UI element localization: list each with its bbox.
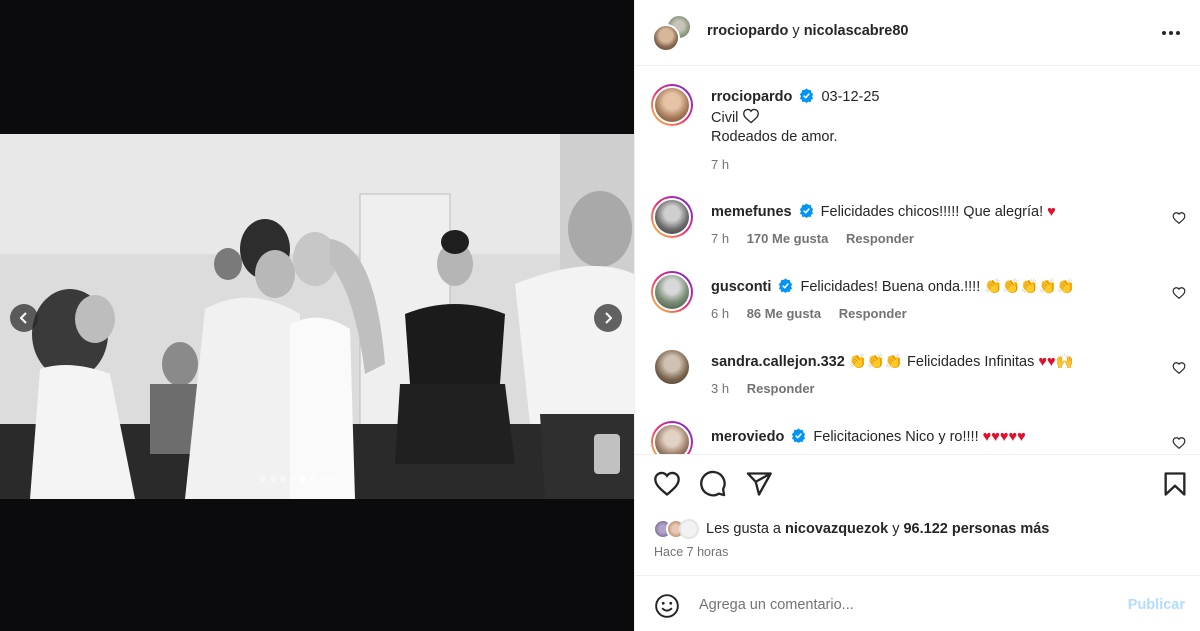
post-photo[interactable]	[0, 134, 634, 499]
reply-button[interactable]: Responder	[839, 306, 907, 321]
carousel-prev-button[interactable]	[10, 304, 38, 332]
media-viewer	[0, 0, 634, 631]
avatar	[652, 24, 680, 52]
heart-outline-icon[interactable]	[1172, 436, 1186, 450]
timestamp[interactable]: 7 h	[711, 157, 729, 172]
caption-meta: 7 h	[711, 157, 743, 172]
white-heart-icon	[743, 108, 760, 124]
post-comment-button[interactable]: Publicar	[1128, 597, 1185, 613]
username[interactable]: gusconti	[711, 279, 771, 295]
dot-icon	[1176, 31, 1180, 35]
caption-line: Civil	[711, 108, 760, 126]
comment-text: Felicitaciones Nico y ro!!!!	[813, 429, 979, 445]
likes-text: Les gusta a nicovazquezok y 96.122 perso…	[706, 521, 1049, 537]
comment-meta: 6 h 86 Me gusta Responder	[711, 306, 921, 321]
comment-input[interactable]	[699, 593, 1099, 617]
like-button-heart-icon[interactable]	[653, 470, 681, 498]
comment-emoji: 👏👏👏	[848, 354, 903, 370]
author-separator: y	[792, 23, 800, 39]
comment-text: Felicidades Infinitas	[907, 354, 1035, 370]
carousel-next-button[interactable]	[594, 304, 622, 332]
verified-badge-icon	[799, 203, 813, 218]
username[interactable]: meroviedo	[711, 429, 784, 445]
carousel-dot	[260, 476, 266, 482]
likes-summary: Les gusta a nicovazquezok y 96.122 perso…	[653, 518, 1049, 540]
comment-text: Felicidades! Buena onda.!!!!	[800, 279, 981, 295]
verified-badge-icon	[792, 428, 806, 443]
comment-meta: 3 h Responder	[711, 381, 829, 396]
post-time[interactable]: Hace 7 horas	[654, 545, 728, 559]
comment-text: Felicidades chicos!!!!! Que alegría!	[820, 204, 1044, 220]
comment-line: gusconti Felicidades! Buena onda.!!!! 👏👏…	[711, 278, 1075, 295]
comment-emoji: ♥♥🙌	[1038, 354, 1074, 370]
carousel-dot	[330, 476, 336, 482]
carousel-dot	[310, 476, 316, 482]
username[interactable]: rrociopardo	[711, 89, 792, 105]
avatar[interactable]	[651, 84, 693, 126]
verified-badge-icon	[800, 88, 814, 103]
likes-prefix: Les gusta a	[706, 521, 781, 537]
avatar[interactable]	[651, 421, 693, 454]
carousel-dot	[320, 476, 326, 482]
like-count[interactable]: 170 Me gusta	[747, 231, 829, 246]
add-comment-bar: Publicar	[635, 575, 1200, 631]
share-send-icon[interactable]	[745, 470, 773, 498]
comment-meta: 7 h 170 Me gusta Responder	[711, 231, 928, 246]
save-bookmark-icon[interactable]	[1161, 470, 1189, 498]
carousel-dot	[290, 476, 296, 482]
comment-emoji: ♥♥♥♥♥	[982, 429, 1026, 445]
carousel-dot	[280, 476, 286, 482]
post-authors: rrociopardo y nicolascabre80	[707, 23, 908, 39]
caption-date: 03-12-25	[821, 89, 880, 105]
liker-username[interactable]: nicovazquezok	[785, 521, 888, 537]
comment-line: meroviedo Felicitaciones Nico y ro!!!! ♥…	[711, 428, 1026, 445]
caption-line: rrociopardo 03-12-25	[711, 88, 879, 105]
avatar	[679, 519, 699, 539]
action-bar: Les gusta a nicovazquezok y 96.122 perso…	[635, 454, 1200, 575]
carousel-indicator	[260, 476, 346, 482]
emoji-smiley-icon[interactable]	[654, 593, 680, 619]
chevron-left-icon	[19, 312, 27, 324]
timestamp[interactable]: 6 h	[711, 306, 729, 321]
comment-emoji: 👏👏👏👏👏	[984, 279, 1075, 295]
collab-avatars[interactable]	[652, 14, 692, 54]
comment-line: sandra.callejon.332 👏👏👏 Felicidades Infi…	[711, 353, 1074, 370]
wedding-photo-illustration	[0, 134, 634, 499]
author-link[interactable]: nicolascabre80	[804, 23, 909, 39]
likes-connector: y	[892, 521, 900, 537]
author-link[interactable]: rrociopardo	[707, 23, 788, 39]
heart-outline-icon[interactable]	[1172, 361, 1186, 375]
more-options-button[interactable]	[1159, 22, 1183, 44]
carousel-dot	[300, 476, 306, 482]
likes-others-link[interactable]: 96.122 personas más	[903, 521, 1049, 537]
timestamp[interactable]: 7 h	[711, 231, 729, 246]
carousel-dot	[340, 476, 346, 482]
heart-outline-icon[interactable]	[1172, 211, 1186, 225]
caption-text: Rodeados de amor.	[711, 129, 838, 145]
dot-icon	[1169, 31, 1173, 35]
timestamp[interactable]: 3 h	[711, 381, 729, 396]
reply-button[interactable]: Responder	[747, 381, 815, 396]
avatar[interactable]	[651, 196, 693, 238]
like-count[interactable]: 86 Me gusta	[747, 306, 821, 321]
comments-list[interactable]: rrociopardo 03-12-25 Civil Rodeados de a…	[635, 66, 1200, 454]
comment-line: memefunes Felicidades chicos!!!!! Que al…	[711, 203, 1056, 220]
post-panel: rrociopardo y nicolascabre80 rrociopardo…	[634, 0, 1200, 631]
caption-text: Civil	[711, 110, 739, 126]
carousel-dot	[270, 476, 276, 482]
comment-bubble-icon[interactable]	[699, 470, 727, 498]
post-header: rrociopardo y nicolascabre80	[635, 0, 1200, 66]
username[interactable]: sandra.callejon.332	[711, 354, 845, 370]
heart-outline-icon[interactable]	[1172, 286, 1186, 300]
username[interactable]: memefunes	[711, 204, 792, 220]
reply-button[interactable]: Responder	[846, 231, 914, 246]
dot-icon	[1162, 31, 1166, 35]
avatar[interactable]	[651, 271, 693, 313]
verified-badge-icon	[779, 278, 793, 293]
comment-emoji: ♥	[1047, 204, 1056, 220]
chevron-right-icon	[605, 312, 613, 324]
avatar[interactable]	[651, 346, 693, 388]
